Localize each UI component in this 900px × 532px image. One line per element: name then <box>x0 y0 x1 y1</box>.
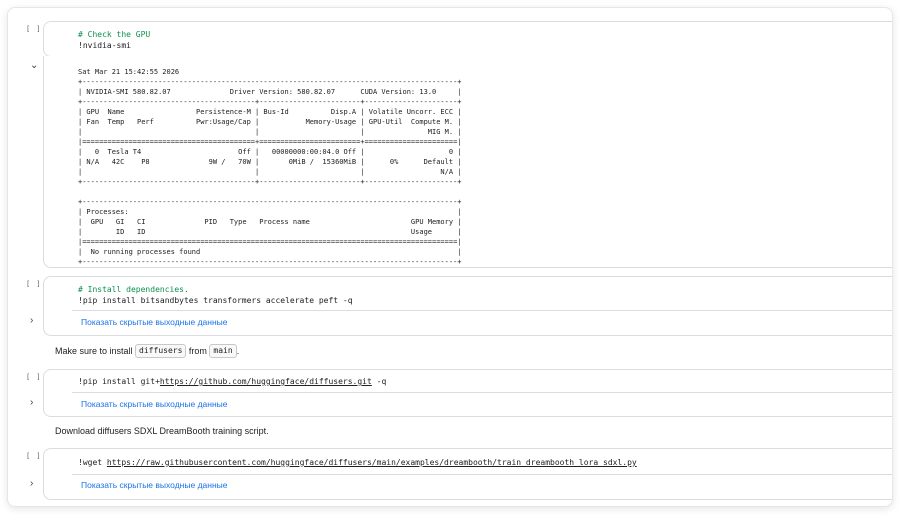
run-cell-button[interactable]: [ ] <box>26 280 42 288</box>
code-prefix: !pip install git+ <box>78 377 160 386</box>
code-text: !pip install git+https://github.com/hugg… <box>78 376 386 387</box>
expand-output-icon[interactable]: › <box>30 397 33 408</box>
code-comment: # Install dependencies. <box>78 285 189 294</box>
code-text: !wget https://raw.githubusercontent.com/… <box>78 457 637 468</box>
divider <box>72 310 892 311</box>
run-cell-button[interactable]: [ ] <box>26 25 42 33</box>
collapse-output-icon[interactable]: ⌄ <box>30 60 38 71</box>
divider <box>72 392 892 393</box>
code-text: # Install dependencies. !pip install bit… <box>78 284 353 306</box>
code-prefix: !wget <box>78 458 107 467</box>
code-line: !nvidia-smi <box>78 41 131 50</box>
divider <box>72 474 892 475</box>
expand-output-icon[interactable]: › <box>30 315 33 326</box>
code-editor[interactable] <box>43 21 892 57</box>
code-comment: # Check the GPU <box>78 30 151 39</box>
markdown-text-download-script: Download diffusers SDXL DreamBooth train… <box>55 426 269 436</box>
code-text: # Check the GPU !nvidia-smi <box>78 29 150 51</box>
text: . <box>236 346 240 356</box>
code-suffix: -q <box>371 377 387 386</box>
show-hidden-output-link[interactable]: Показать скрытые выходные данные <box>81 399 227 409</box>
inline-code-diffusers: diffusers <box>135 344 187 358</box>
notebook-frame: [ ] # Check the GPU !nvidia-smi ⌄ Sat Ma… <box>7 7 893 507</box>
text: Make sure to install <box>55 346 136 356</box>
run-cell-button[interactable]: [ ] <box>26 452 42 460</box>
text: from <box>186 346 210 356</box>
show-hidden-output-link[interactable]: Показать скрытые выходные данные <box>81 480 227 490</box>
training-script-link[interactable]: https://raw.githubusercontent.com/huggin… <box>107 458 637 467</box>
code-line: !pip install bitsandbytes transformers a… <box>78 296 353 305</box>
expand-output-icon[interactable]: › <box>30 478 33 489</box>
show-hidden-output-link[interactable]: Показать скрытые выходные данные <box>81 317 227 327</box>
markdown-text-install-diffusers: Make sure to install diffusers from main… <box>55 344 239 358</box>
inline-code-main: main <box>209 344 237 358</box>
nvidia-smi-output: Sat Mar 21 15:42:55 2026 +--------------… <box>78 68 462 266</box>
run-cell-button[interactable]: [ ] <box>26 373 42 381</box>
diffusers-repo-link[interactable]: https://github.com/huggingface/diffusers… <box>160 377 372 386</box>
